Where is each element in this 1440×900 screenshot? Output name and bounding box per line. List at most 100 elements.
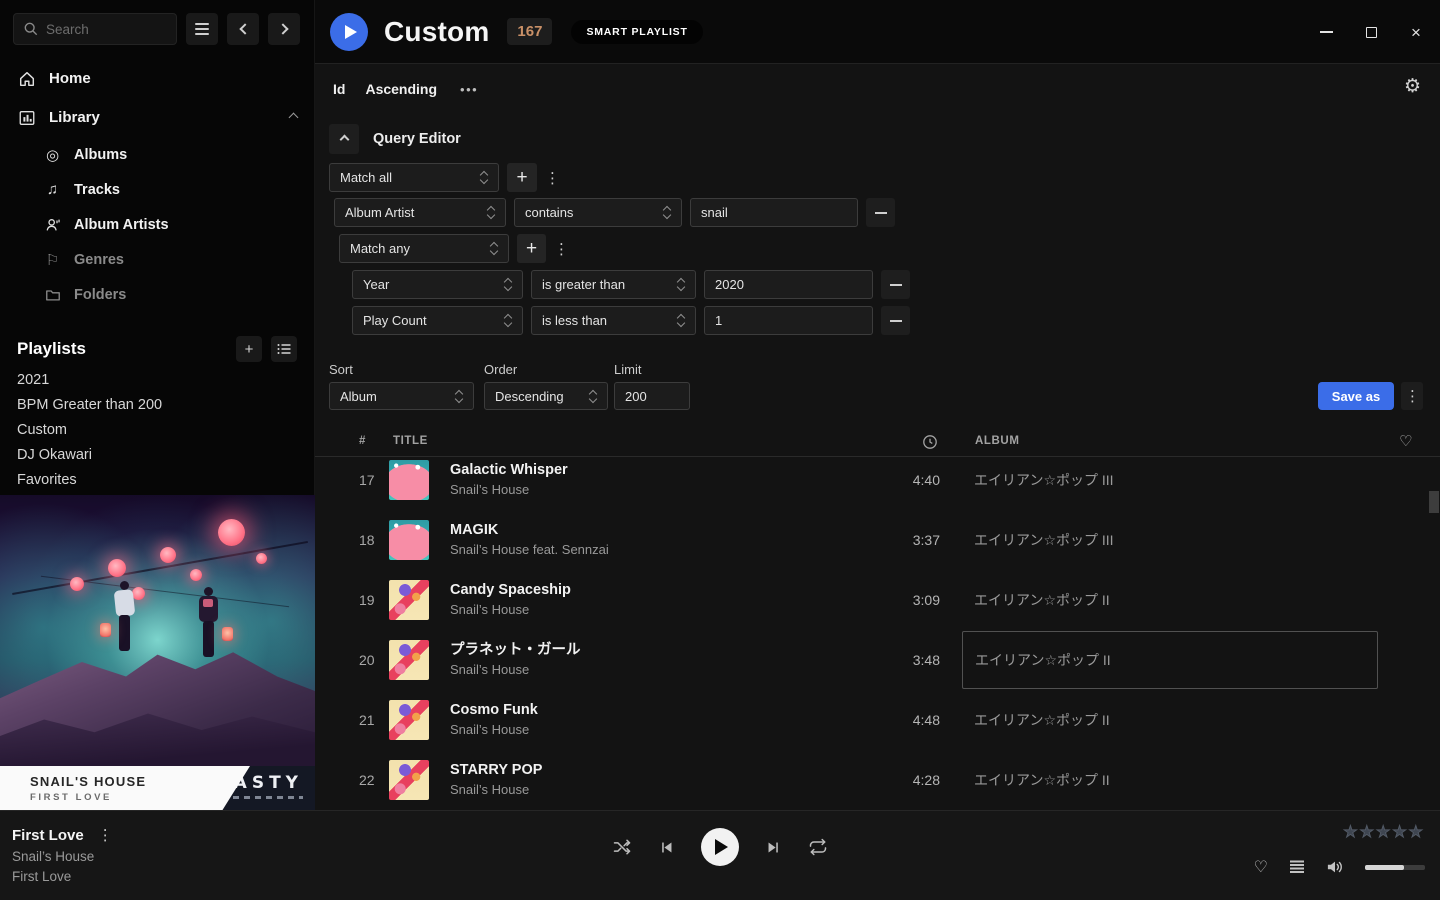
save-as-button[interactable]: Save as [1318,382,1394,410]
queue-icon [1289,860,1305,874]
sort-toolbar: Id Ascending ••• ⚙ [333,78,1424,100]
subrule-operator-select[interactable]: is greater than [531,270,696,299]
track-album: エイリアン☆ポップ III [974,511,1440,569]
minimize-button[interactable] [1316,22,1336,42]
more-options-button[interactable]: ••• [460,82,478,97]
play-pause-button[interactable] [701,828,739,866]
select-spinner-icon [663,205,671,220]
heart-icon[interactable]: ♡ [1399,432,1413,450]
sidebar-item-library[interactable]: Library [0,98,314,137]
chevron-right-icon [277,23,288,34]
playlist-item[interactable]: DJ Okawari [0,443,314,468]
column-number[interactable]: # [359,435,366,447]
subrule-field-select[interactable]: Year [352,270,523,299]
rule-field-select[interactable]: Album Artist [334,198,506,227]
volume-button[interactable] [1326,859,1344,875]
now-playing-artwork[interactable]: TASTY SNAIL'S HOUSE FIRST LOVE [0,495,315,810]
playlist-menu-button[interactable] [271,336,297,362]
kebab-menu-icon[interactable]: ⋮ [554,240,568,258]
forward-button[interactable] [268,13,300,45]
track-art [389,580,429,620]
now-playing-info: First Love ⋮ Snail’s House First Love [12,826,112,884]
queue-button[interactable] [1289,860,1305,874]
sidebar-item-home[interactable]: Home [0,59,314,98]
track-number: 19 [359,592,389,608]
column-title[interactable]: TITLE [393,435,428,447]
column-album[interactable]: ALBUM [975,435,1020,447]
collapse-query-editor-button[interactable] [329,124,359,154]
sidebar-topbar [0,0,314,45]
track-title: MAGIK [450,522,498,538]
clock-icon[interactable] [922,434,938,450]
artist-icon [44,217,61,233]
sort-select[interactable]: Album [329,382,474,410]
home-icon [17,70,36,88]
table-row[interactable]: 20 プラネット・ガールSnail’s House 3:48 エイリアン☆ポップ… [315,630,1440,690]
back-button[interactable] [227,13,259,45]
search-input[interactable] [13,13,177,45]
track-artist: Snail’s House feat. Sennzai [450,542,609,557]
match-any-select[interactable]: Match any [339,234,509,263]
star-icon[interactable]: ★ [1392,822,1406,842]
star-icon[interactable]: ★ [1360,822,1374,842]
match-all-select[interactable]: Match all [329,163,499,192]
close-button[interactable]: × [1406,22,1426,42]
limit-input[interactable] [614,382,690,410]
playlist-item[interactable]: BPM Greater than 200 [0,393,314,418]
sidebar-item-album-artists[interactable]: Album Artists [0,207,314,242]
subrule-operator-select[interactable]: is less than [531,306,696,335]
sidebar-item-genres[interactable]: ⚐ Genres [0,242,314,277]
chevron-up-icon[interactable] [289,113,299,123]
order-select[interactable]: Descending [484,382,608,410]
playlist-item[interactable]: 2021 [0,368,314,393]
table-row[interactable]: 21 Cosmo FunkSnail’s House 4:48 エイリアン☆ポッ… [315,690,1440,750]
playlist-item[interactable]: Favorites [0,468,314,493]
add-group-rule-button[interactable]: + [517,234,546,263]
previous-button[interactable] [658,839,675,856]
favorite-button[interactable]: ♡ [1254,857,1268,877]
now-playing-menu-button[interactable]: ⋮ [98,826,112,844]
sidebar-item-albums[interactable]: ◎ Albums [0,137,314,172]
repeat-button[interactable] [808,837,828,857]
playlist-play-button[interactable] [330,13,368,51]
rule-operator-select[interactable]: contains [514,198,682,227]
remove-rule-button[interactable] [881,306,910,335]
query-root-row: Match all + ⋮ [329,163,559,192]
transport-controls [612,828,828,866]
table-row[interactable]: 22 STARRY POPSnail’s House 4:28 エイリアン☆ポッ… [315,750,1440,810]
star-icon[interactable]: ★ [1343,822,1357,842]
volume-slider[interactable] [1365,865,1425,870]
scrollbar-thumb[interactable] [1429,491,1439,513]
subrule-value-input[interactable] [704,306,873,335]
subrule-field-select[interactable]: Play Count [352,306,523,335]
sort-order-button[interactable]: Ascending [365,81,437,97]
add-playlist-button[interactable]: + [236,336,262,362]
maximize-button[interactable] [1361,22,1381,42]
play-icon [715,839,728,855]
subrule-value-input[interactable] [704,270,873,299]
table-row[interactable]: 17 Galactic WhisperSnail’s House 4:40 エイ… [315,457,1440,510]
select-spinner-icon [487,205,495,220]
sidebar-item-folders[interactable]: Folders [0,277,314,312]
remove-rule-button[interactable] [866,198,895,227]
rule-value-input[interactable] [690,198,858,227]
sidebar-item-tracks[interactable]: ♫ Tracks [0,172,314,207]
star-icon[interactable]: ★ [1409,822,1423,842]
add-rule-button[interactable]: + [507,163,537,192]
table-row[interactable]: 18 MAGIKSnail’s House feat. Sennzai 3:37… [315,510,1440,570]
gear-icon[interactable]: ⚙ [1404,75,1421,98]
track-album-focused-cell[interactable]: エイリアン☆ポップ II [962,631,1378,689]
next-button[interactable] [765,839,782,856]
track-title: プラネット・ガール [450,642,581,658]
sort-field-button[interactable]: Id [333,81,345,97]
menu-button[interactable] [186,13,218,45]
playlist-item[interactable]: Custom [0,418,314,443]
save-options-button[interactable]: ⋮ [1401,382,1423,410]
table-row[interactable]: 19 Candy SpaceshipSnail’s House 3:09 エイリ… [315,570,1440,630]
shuffle-icon [612,837,632,857]
star-icon[interactable]: ★ [1376,822,1390,842]
kebab-menu-icon[interactable]: ⋮ [545,169,559,187]
remove-rule-button[interactable] [881,270,910,299]
search-field[interactable] [46,22,156,37]
shuffle-button[interactable] [612,837,632,857]
